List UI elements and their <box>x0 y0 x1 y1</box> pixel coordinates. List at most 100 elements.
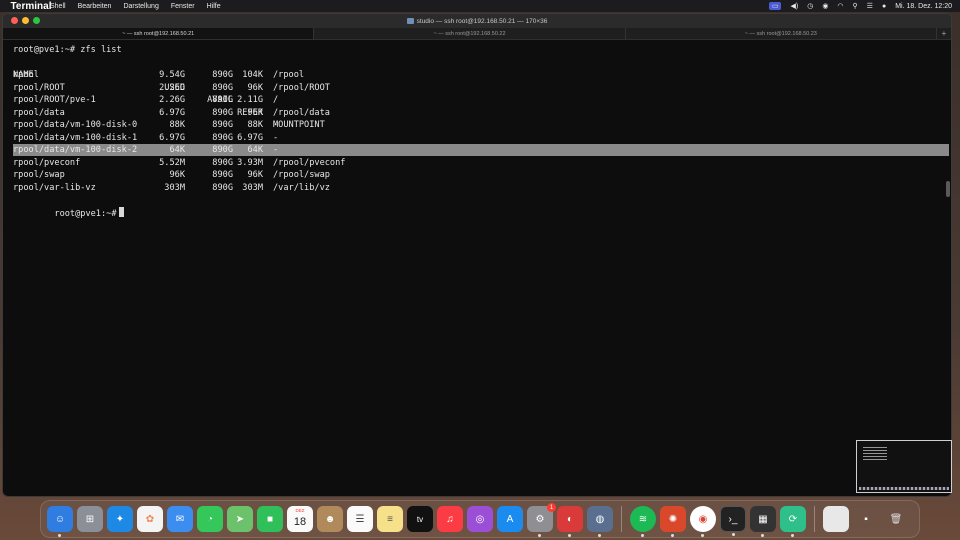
table-row[interactable]: rpool/ROOT 2.26G 890G 96K/rpool/ROOT <box>13 82 413 95</box>
zoom-button[interactable] <box>33 17 40 24</box>
finder-icon[interactable]: ☺ <box>47 506 73 537</box>
table-row[interactable]: rpool/data/vm-100-disk-1 6.97G 890G 6.97G - <box>13 132 413 145</box>
menu-darstellung[interactable]: Darstellung <box>117 3 164 10</box>
launchpad-icon[interactable]: ⊞ <box>77 506 103 532</box>
prompt: root@pve1:~# <box>54 208 117 219</box>
maps-icon[interactable]: ➤ <box>227 506 253 532</box>
trash-icon[interactable]: 🗑 <box>883 506 909 532</box>
tab-ssh-21[interactable]: ~ — ssh root@192.168.50.21 <box>3 28 315 39</box>
calendar-icon[interactable]: DEZ 18 <box>287 506 313 532</box>
cell-used: 6.97G <box>159 107 185 118</box>
facetime-icon[interactable]: ■ <box>257 506 283 532</box>
table-row[interactable]: rpool/pveconf 5.52M 890G 3.93M/rpool/pvecon… <box>13 157 413 170</box>
cell-refer: 64K <box>247 145 263 155</box>
cell-used: 303M <box>164 182 185 193</box>
table-row[interactable]: rpool/ROOT/pve-1 2.26G 890G 2.11G / <box>13 94 413 107</box>
appletv-label: tv <box>416 514 424 524</box>
cell-used: 64K <box>169 145 185 155</box>
downloads-stack-icon[interactable]: ▪ <box>853 506 879 532</box>
menu-hilfe[interactable]: Hilfe <box>201 3 227 10</box>
table-row[interactable]: rpool/swap 96K 890G 96K/rpool/swap <box>13 169 413 182</box>
app-green-icon[interactable]: ⟳ <box>780 506 806 537</box>
terminal-icon[interactable]: ›_ <box>720 506 746 536</box>
table-row[interactable]: rpool/var-lib-vz 303M 890G 303M/var/lib/vz <box>13 182 413 195</box>
cell-mount: - <box>273 132 279 143</box>
table-row[interactable]: rpool/data 6.97G 890G 96K/rpool/data <box>13 107 413 120</box>
cell-avail: 890G <box>212 132 233 143</box>
control-center-icon[interactable]: ☰ <box>867 2 873 10</box>
table-row[interactable]: rpool 9.54G 890G 104K/rpool <box>13 69 413 82</box>
app-red-icon[interactable]: ◐ <box>557 506 583 537</box>
app-globe-icon[interactable]: ◍ <box>587 506 613 537</box>
safari-icon[interactable]: ✦ <box>107 506 133 532</box>
cell-refer: 96K <box>247 82 263 93</box>
cell-refer: 96K <box>247 107 263 118</box>
app-orange-icon[interactable]: ✺ <box>660 506 686 537</box>
tab-bar: ~ — ssh root@192.168.50.21 ~ — ssh root@… <box>3 28 951 40</box>
close-button[interactable] <box>11 17 18 24</box>
cell-name: rpool/data/vm-100-disk-2 <box>13 145 138 155</box>
account-icon[interactable]: ◉ <box>822 2 828 10</box>
tab-ssh-22[interactable]: ~ — ssh root@192.168.50.22 <box>314 28 626 39</box>
settings-icon[interactable]: ⚙ 1 <box>527 503 556 537</box>
appletv-icon[interactable]: tv <box>407 506 433 532</box>
cell-refer: 96K <box>247 170 263 180</box>
cell-used: 2.26G <box>159 95 185 105</box>
cell-avail: 890G <box>212 95 233 105</box>
tab-ssh-23[interactable]: ~ — ssh root@192.168.50.23 <box>626 28 937 39</box>
search-icon[interactable]: ⚲ <box>853 2 858 10</box>
cell-name: rpool <box>13 70 39 80</box>
menu-fenster[interactable]: Fenster <box>165 3 201 10</box>
cell-avail: 890G <box>212 145 233 155</box>
appstore-icon[interactable]: A <box>497 506 523 532</box>
cell-name: rpool/ROOT/pve-1 <box>13 95 96 105</box>
reminders-icon[interactable]: ☰ <box>347 506 373 532</box>
cell-mount: /rpool/data <box>273 107 330 118</box>
photos-icon[interactable]: ✿ <box>137 506 163 532</box>
mail-icon[interactable]: ✉ <box>167 506 193 532</box>
cell-avail: 890G <box>212 107 233 118</box>
menubar-clock[interactable]: Mi. 18. Dez. 12:20 <box>895 3 952 10</box>
screen-mirroring-icon[interactable]: ▭ <box>768 2 782 10</box>
cell-name: rpool/var-lib-vz <box>13 182 96 193</box>
window-preview-thumbnail[interactable] <box>856 440 952 493</box>
document-icon[interactable] <box>823 506 849 532</box>
contacts-icon[interactable]: ☻ <box>317 506 343 532</box>
dock: ☺ ⊞ ✦ ✿ ✉ ◔ ➤ ■ DEZ 18 ☻ ☰ ≡ tv ♫ ◎ A ⚙ 1… <box>40 500 920 538</box>
cell-mount: /rpool/ROOT <box>273 82 330 93</box>
cell-mount: / <box>273 95 279 105</box>
dock-separator <box>621 506 622 532</box>
window-titlebar[interactable]: studio — ssh root@192.168.50.21 — 170×36 <box>3 14 951 28</box>
minimize-button[interactable] <box>22 17 29 24</box>
notes-icon[interactable]: ≡ <box>377 506 403 532</box>
spotify-icon[interactable]: ≋ <box>630 506 656 537</box>
new-tab-button[interactable]: + <box>937 28 951 39</box>
cell-used: 9.54G <box>159 70 185 80</box>
wifi-icon[interactable]: ◠ <box>837 2 843 10</box>
cell-mount: /rpool/swap <box>273 170 330 180</box>
cell-avail: 890G <box>212 70 233 80</box>
time-machine-icon[interactable]: ◷ <box>807 2 813 10</box>
chrome-icon[interactable]: ◉ <box>690 506 716 537</box>
calculator-icon[interactable]: ▦ <box>750 506 776 537</box>
cell-avail: 890G <box>212 120 233 130</box>
music-icon[interactable]: ♫ <box>437 506 463 532</box>
cell-avail: 890G <box>212 170 233 180</box>
preview-text <box>863 447 887 461</box>
scrollbar[interactable] <box>946 181 950 197</box>
cell-name: rpool/pveconf <box>13 157 81 168</box>
cell-name: rpool/data/vm-100-disk-0 <box>13 120 138 130</box>
calendar-day: 18 <box>293 515 307 528</box>
siri-icon[interactable]: ● <box>882 3 886 10</box>
table-row[interactable]: rpool/data/vm-100-disk-0 88K 890G 88K - <box>13 119 413 132</box>
podcasts-icon[interactable]: ◎ <box>467 506 493 532</box>
command-line: root@pve1:~# zfs list <box>13 45 122 55</box>
cell-name: rpool/data/vm-100-disk-1 <box>13 132 138 143</box>
messages-icon[interactable]: ◔ <box>197 506 223 532</box>
terminal-output[interactable]: root@pve1:~# zfs list NAME USED AVAIL RE… <box>3 41 951 496</box>
table-row[interactable]: rpool/data/vm-100-disk-2 64K 890G 64K - <box>13 144 413 157</box>
table-header: NAME USED AVAIL REFER MOUNTPOINT <box>13 57 413 130</box>
cell-mount: /rpool/pveconf <box>273 157 346 168</box>
volume-icon[interactable]: ◀) <box>790 2 798 10</box>
menu-bearbeiten[interactable]: Bearbeiten <box>72 3 118 10</box>
